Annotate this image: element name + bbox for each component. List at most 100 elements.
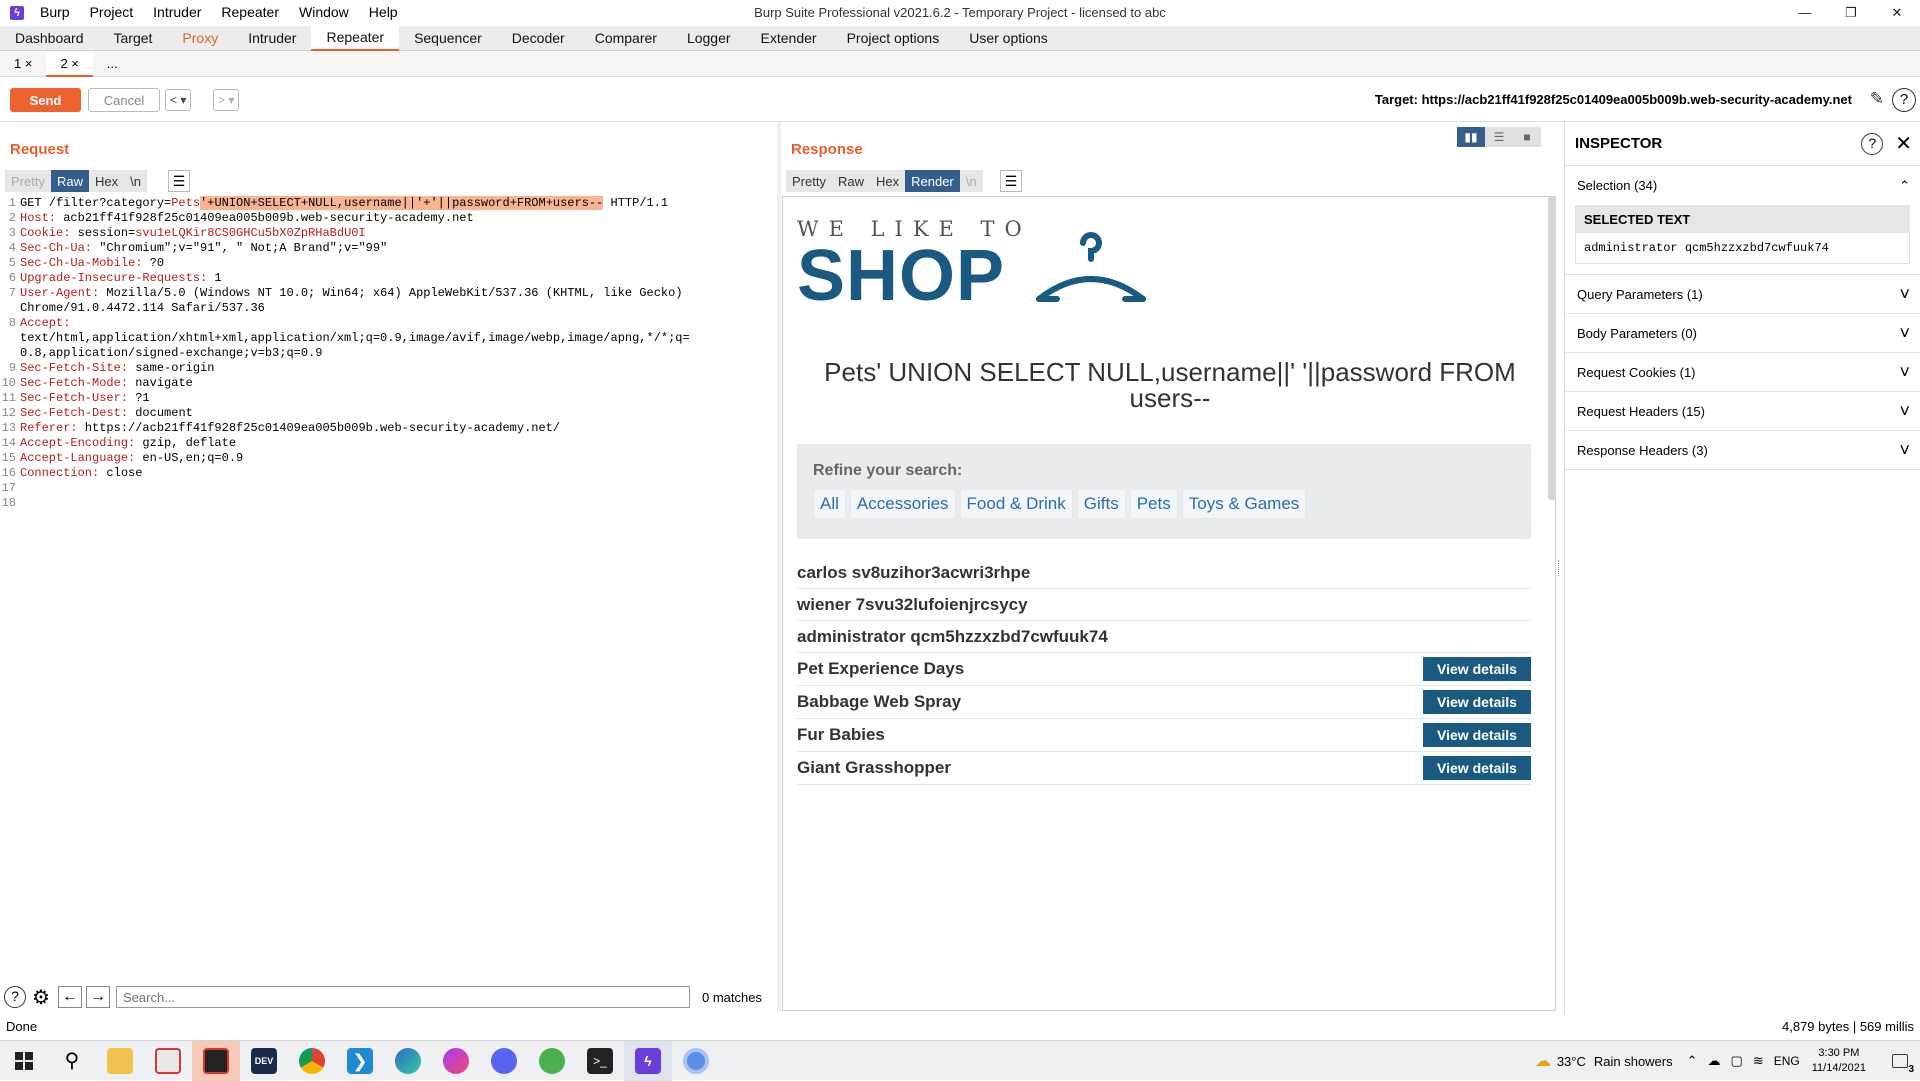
display-icon[interactable]: ▢ [1731, 1053, 1743, 1069]
snipping-tool-icon[interactable] [144, 1041, 192, 1081]
onedrive-icon[interactable]: ☁ [1708, 1053, 1721, 1069]
search-icon[interactable]: ⚲ [48, 1041, 96, 1081]
vscode-icon[interactable]: ❯ [336, 1041, 384, 1081]
kali-terminal-icon[interactable] [192, 1040, 240, 1081]
selected-text-value[interactable]: administrator qcm5hzzxzbd7cwfuuk74 [1576, 233, 1909, 263]
line-content[interactable]: Cookie: session=svu1eLQKir8CS0GHCu5bX0Zp… [20, 226, 776, 241]
line-content[interactable]: Sec-Ch-Ua: "Chromium";v="91", " Not;A Br… [20, 241, 776, 256]
side-by-side-layout-icon[interactable]: ▮▮ [1457, 127, 1485, 147]
pane-divider[interactable] [777, 122, 781, 1012]
inspector-section[interactable]: Request Cookies (1) ˅ [1565, 353, 1920, 392]
inspector-resize-handle[interactable] [1558, 560, 1562, 576]
request-menu-icon[interactable]: ☰ [168, 170, 190, 192]
line-content[interactable]: Accept-Language: en-US,en;q=0.9 [20, 451, 776, 466]
line-content[interactable]: Host: acb21ff41f928f25c01409ea005b009b.w… [20, 211, 776, 226]
tab-proxy[interactable]: Proxy [167, 26, 233, 50]
response-view-raw[interactable]: Raw [832, 170, 870, 192]
render-scrollbar[interactable] [1548, 196, 1556, 500]
view-details-button[interactable]: View details [1423, 756, 1531, 780]
category-link[interactable]: Pets [1129, 489, 1178, 519]
response-view-render[interactable]: Render [905, 170, 960, 192]
inspector-section[interactable]: Response Headers (3) ˅ [1565, 431, 1920, 470]
line-content[interactable]: Sec-Fetch-Dest: document [20, 406, 776, 421]
tray-chevron-up-icon[interactable]: ⌃ [1687, 1053, 1698, 1069]
clock[interactable]: 3:30 PM 11/14/2021 [1812, 1046, 1866, 1076]
dev-app-icon[interactable]: DEV [240, 1041, 288, 1081]
response-view-pretty[interactable]: Pretty [786, 170, 832, 192]
response-menu-icon[interactable]: ☰ [1000, 170, 1022, 192]
request-editor[interactable]: 1 GET /filter?category=Pets'+UNION+SELECT… [0, 196, 776, 976]
line-content[interactable] [20, 481, 776, 496]
close-icon[interactable]: ✕ [1874, 0, 1920, 25]
line-content[interactable]: Sec-Ch-Ua-Mobile: ?0 [20, 256, 776, 271]
inspector-help-icon[interactable]: ? [1861, 132, 1884, 155]
file-explorer-icon[interactable] [96, 1041, 144, 1081]
tab-intruder[interactable]: Intruder [233, 26, 311, 50]
line-content[interactable] [20, 496, 776, 511]
notification-icon[interactable]: 3 [1880, 1041, 1920, 1081]
tab-user-options[interactable]: User options [954, 26, 1063, 50]
previous-match-arrow-icon[interactable]: ← [58, 986, 82, 1008]
forward-history-button[interactable]: > ▾ [213, 89, 240, 111]
line-content[interactable]: Accept-Encoding: gzip, deflate [20, 436, 776, 451]
repeater-tab[interactable]: ... [93, 51, 132, 77]
category-link[interactable]: Accessories [849, 489, 956, 519]
menu-item-window[interactable]: Window [289, 0, 359, 25]
line-content[interactable]: Connection: close [20, 466, 776, 481]
chromium-icon[interactable] [672, 1041, 720, 1081]
weather-temp[interactable]: 33°C [1557, 1054, 1586, 1069]
send-button[interactable]: Send [10, 88, 81, 112]
inspector-close-icon[interactable]: ✕ [1895, 131, 1912, 156]
request-view-raw[interactable]: Raw [50, 170, 89, 192]
menu-item-project[interactable]: Project [80, 0, 144, 25]
terminal-icon[interactable]: >_ [576, 1041, 624, 1081]
language-indicator[interactable]: ENG [1774, 1054, 1800, 1068]
inspector-section[interactable]: Query Parameters (1) ˅ [1565, 275, 1920, 314]
request-view-pretty[interactable]: Pretty [5, 170, 51, 192]
request-view-newline[interactable]: \n [124, 170, 147, 192]
single-pane-layout-icon[interactable]: ■ [1513, 127, 1541, 147]
inspector-section[interactable]: Body Parameters (0) ˅ [1565, 314, 1920, 353]
tab-sequencer[interactable]: Sequencer [399, 26, 497, 50]
request-view-hex[interactable]: Hex [89, 170, 124, 192]
tab-extender[interactable]: Extender [746, 26, 832, 50]
weather-text[interactable]: Rain showers [1594, 1054, 1673, 1069]
line-content[interactable]: Accept: [20, 316, 776, 331]
response-view-newline[interactable]: \n [960, 170, 983, 192]
selection-header[interactable]: Selection (34) ⌃ [1565, 166, 1920, 205]
view-details-button[interactable]: View details [1423, 723, 1531, 747]
tab-repeater[interactable]: Repeater [311, 25, 400, 51]
edge-icon[interactable] [384, 1041, 432, 1081]
restore-icon[interactable]: ❐ [1828, 0, 1874, 25]
line-content[interactable]: User-Agent: Mozilla/5.0 (Windows NT 10.0… [20, 286, 776, 301]
line-content[interactable]: Upgrade-Insecure-Requests: 1 [20, 271, 776, 286]
line-content[interactable]: Sec-Fetch-Site: same-origin [20, 361, 776, 376]
search-settings-gear-icon[interactable]: ⚙ [28, 985, 54, 1010]
messenger-icon[interactable] [432, 1041, 480, 1081]
windows-start-icon[interactable] [0, 1041, 48, 1081]
view-details-button[interactable]: View details [1423, 690, 1531, 714]
edit-target-icon[interactable]: ✎ [1870, 89, 1884, 109]
line-content[interactable]: Sec-Fetch-Mode: navigate [20, 376, 776, 391]
response-view-hex[interactable]: Hex [870, 170, 905, 192]
discord-icon[interactable] [480, 1041, 528, 1081]
category-link[interactable]: Toys & Games [1181, 489, 1307, 519]
line-content[interactable]: text/html,application/xhtml+xml,applicat… [20, 331, 776, 346]
category-link[interactable]: Food & Drink [959, 489, 1073, 519]
menu-item-repeater[interactable]: Repeater [211, 0, 289, 25]
greenshot-icon[interactable] [528, 1041, 576, 1081]
tab-dashboard[interactable]: Dashboard [0, 26, 99, 50]
view-details-button[interactable]: View details [1423, 657, 1531, 681]
inspector-section[interactable]: Request Headers (15) ˅ [1565, 392, 1920, 431]
line-content[interactable]: Sec-Fetch-User: ?1 [20, 391, 776, 406]
menu-item-help[interactable]: Help [359, 0, 408, 25]
back-history-button[interactable]: < ▾ [165, 89, 192, 111]
line-content[interactable]: 0.8,application/signed-exchange;v=b3;q=0… [20, 346, 776, 361]
search-help-icon[interactable]: ? [4, 986, 26, 1008]
wifi-icon[interactable]: ≋ [1753, 1053, 1764, 1069]
tab-decoder[interactable]: Decoder [497, 26, 580, 50]
menu-item-burp[interactable]: Burp [30, 0, 80, 25]
repeater-tab[interactable]: 1 × [0, 51, 46, 77]
tab-project-options[interactable]: Project options [832, 26, 955, 50]
tab-comparer[interactable]: Comparer [580, 26, 672, 50]
